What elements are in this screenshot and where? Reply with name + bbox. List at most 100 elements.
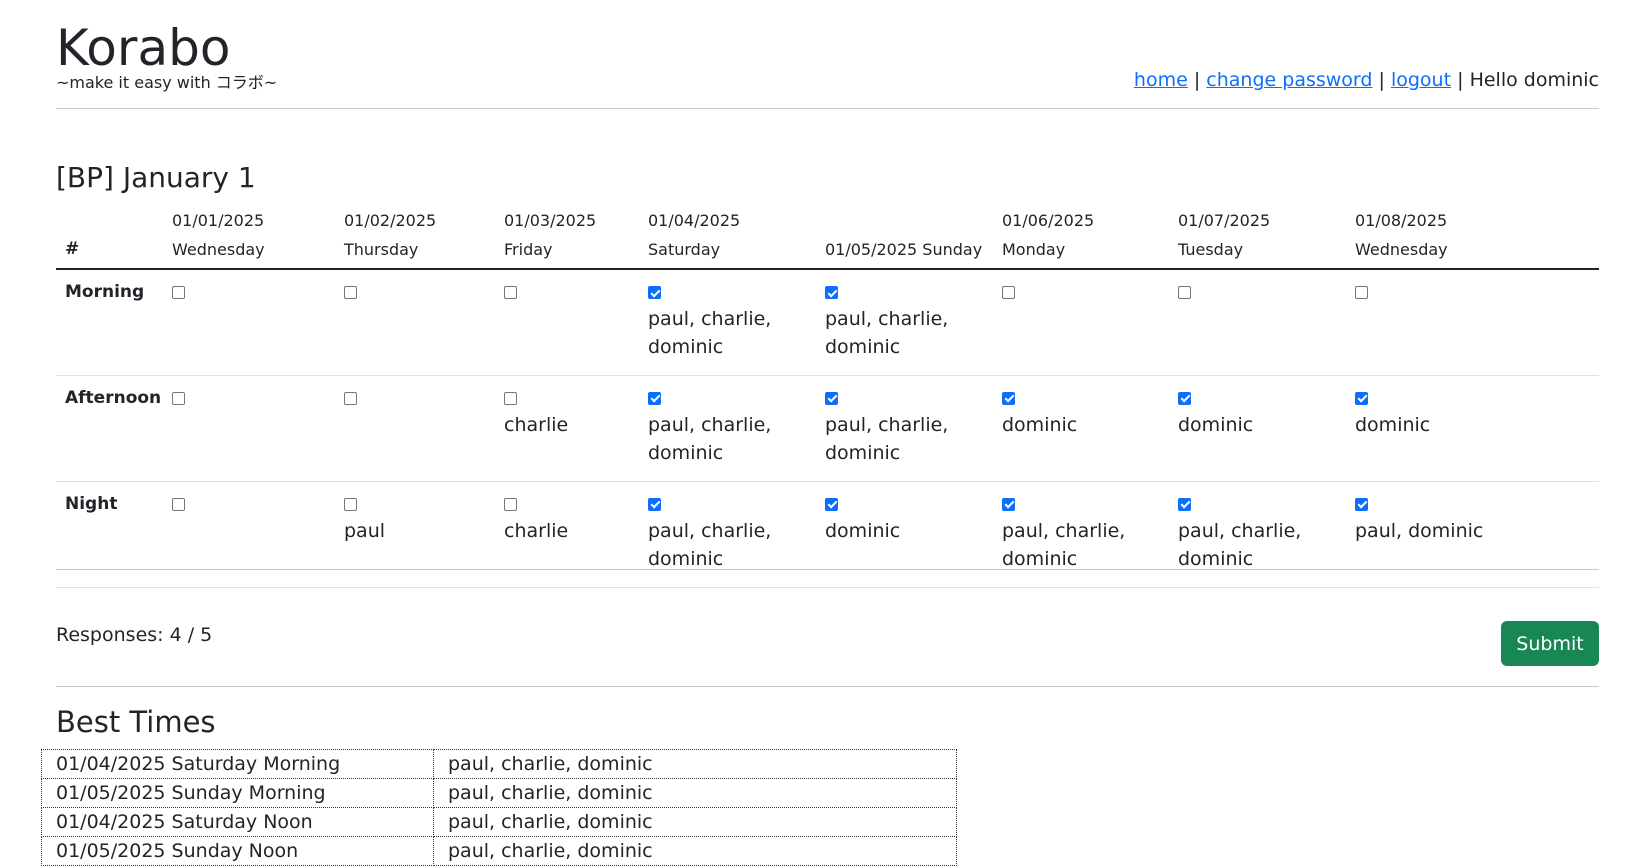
availability-checkbox[interactable]	[344, 391, 357, 405]
availability-checkbox[interactable]	[825, 286, 838, 299]
availability-cell	[993, 269, 1169, 375]
attendee-names: paul, dominic	[1355, 519, 1484, 542]
nav-separator: |	[1378, 69, 1385, 91]
availability-cell: dominic	[816, 481, 993, 587]
attendee-names: charlie	[504, 413, 569, 436]
availability-checkbox[interactable]	[172, 497, 185, 511]
brand: Korabo ~make it easy with コラボ~	[56, 18, 277, 92]
availability-checkbox[interactable]	[344, 497, 357, 511]
day-header: 01/06/2025 Monday	[993, 206, 1169, 270]
best-times-title: Best Times	[56, 705, 216, 739]
availability-cell: paul, charlie, dominic	[639, 481, 816, 587]
top-nav: home | change password | logout | Hello …	[1134, 67, 1599, 93]
availability-cell	[163, 481, 335, 587]
header-row: # 01/01/2025 Wednesday 01/02/2025 Thursday…	[56, 206, 1599, 270]
attendee-names: paul, charlie, dominic	[648, 413, 772, 464]
responses-count: Responses: 4 / 5	[56, 624, 213, 646]
nav-separator: |	[1193, 69, 1201, 91]
header-divider	[56, 108, 1599, 109]
attendee-names: paul, charlie, dominic	[648, 308, 772, 358]
availability-cell: paul, charlie, dominic	[1169, 481, 1346, 587]
availability-checkbox[interactable]	[172, 391, 185, 405]
slot-row-afternoon: Afternoon charlie paul, charlie, dominic pa…	[56, 375, 1599, 481]
best-time-slot: 01/05/2025 Sunday Noon	[41, 836, 434, 866]
day-header: 01/08/2025 Wednesday	[1346, 206, 1599, 270]
day-header: 01/02/2025 Thursday	[335, 206, 495, 270]
availability-cell: dominic	[1169, 375, 1346, 481]
availability-checkbox[interactable]	[1002, 497, 1015, 511]
best-times-table: 01/04/2025 Saturday Morning paul, charli…	[41, 749, 957, 866]
best-time-slot: 01/05/2025 Sunday Morning	[41, 778, 434, 808]
home-link[interactable]: home	[1134, 69, 1188, 91]
availability-cell: charlie	[495, 481, 639, 587]
availability-checkbox[interactable]	[1355, 497, 1368, 511]
attendee-names: paul, charlie, dominic	[648, 519, 772, 570]
best-times-row: 01/04/2025 Saturday Noon paul, charlie, …	[41, 807, 957, 837]
nav-separator: |	[1457, 69, 1464, 91]
availability-cell: dominic	[993, 375, 1169, 481]
attendee-names: charlie	[504, 519, 569, 542]
day-header: 01/07/2025 Tuesday	[1169, 206, 1346, 270]
availability-cell: paul, charlie, dominic	[639, 375, 816, 481]
availability-cell	[335, 375, 495, 481]
availability-cell: paul, charlie, dominic	[993, 481, 1169, 587]
availability-checkbox[interactable]	[172, 286, 185, 299]
availability-checkbox[interactable]	[1002, 286, 1015, 299]
availability-cell	[335, 269, 495, 375]
change-password-link[interactable]: change password	[1206, 69, 1372, 91]
availability-checkbox[interactable]	[1178, 391, 1191, 405]
page-title: [BP] January 1	[56, 161, 256, 194]
attendee-names: paul, charlie, dominic	[825, 413, 949, 464]
availability-cell: paul, charlie, dominic	[816, 269, 993, 375]
availability-body: Morning paul, charlie, dominic paul, charl…	[56, 269, 1599, 587]
availability-checkbox[interactable]	[504, 286, 517, 299]
availability-checkbox[interactable]	[1002, 391, 1015, 405]
best-times-row: 01/05/2025 Sunday Noon paul, charlie, do…	[41, 836, 957, 866]
attendee-names: dominic	[1355, 413, 1431, 436]
availability-checkbox[interactable]	[1178, 286, 1191, 299]
day-header: 01/04/2025 Saturday	[639, 206, 816, 270]
best-time-slot: 01/04/2025 Saturday Morning	[41, 749, 434, 779]
availability-checkbox[interactable]	[648, 391, 661, 405]
availability-checkbox[interactable]	[1355, 391, 1368, 405]
availability-checkbox[interactable]	[648, 497, 661, 511]
table-bottom-divider	[56, 569, 1599, 570]
hash-header: #	[56, 206, 163, 270]
best-times-row: 01/05/2025 Sunday Morning paul, charlie,…	[41, 778, 957, 808]
app-title: Korabo	[56, 19, 231, 77]
attendee-names: paul, charlie, dominic	[1178, 519, 1302, 570]
best-time-names: paul, charlie, dominic	[433, 807, 957, 837]
section-divider	[56, 686, 1599, 687]
availability-checkbox[interactable]	[1355, 286, 1368, 299]
slot-row-morning: Morning paul, charlie, dominic paul, charl…	[56, 269, 1599, 375]
availability-cell	[163, 375, 335, 481]
slot-label: Morning	[65, 282, 145, 302]
best-time-slot: 01/04/2025 Saturday Noon	[41, 807, 434, 837]
attendee-names: paul, charlie, dominic	[1002, 519, 1126, 570]
availability-checkbox[interactable]	[825, 497, 838, 511]
availability-cell: charlie	[495, 375, 639, 481]
attendee-names: paul	[344, 519, 386, 542]
availability-checkbox[interactable]	[825, 391, 838, 405]
slot-row-night: Night paul charlie paul, charlie, dominic do…	[56, 481, 1599, 587]
submit-button[interactable]: Submit	[1501, 621, 1599, 666]
availability-cell	[163, 269, 335, 375]
logout-link[interactable]: logout	[1391, 69, 1451, 91]
attendee-names: dominic	[1002, 413, 1078, 436]
best-time-names: paul, charlie, dominic	[433, 778, 957, 808]
attendee-names: dominic	[825, 519, 901, 542]
day-header: 01/03/2025 Friday	[495, 206, 639, 270]
day-header: 01/05/2025 Sunday	[816, 206, 993, 270]
availability-checkbox[interactable]	[344, 286, 357, 299]
slot-label: Afternoon	[65, 387, 162, 408]
greeting: Hello dominic	[1469, 69, 1599, 91]
availability-checkbox[interactable]	[504, 497, 517, 511]
availability-checkbox[interactable]	[504, 391, 517, 405]
availability-cell: paul, charlie, dominic	[816, 375, 993, 481]
availability-cell: dominic	[1346, 375, 1599, 481]
availability-cell: paul, charlie, dominic	[639, 269, 816, 375]
availability-checkbox[interactable]	[648, 286, 661, 299]
slot-label: Night	[65, 493, 118, 514]
best-time-names: paul, charlie, dominic	[433, 836, 957, 866]
availability-checkbox[interactable]	[1178, 497, 1191, 511]
